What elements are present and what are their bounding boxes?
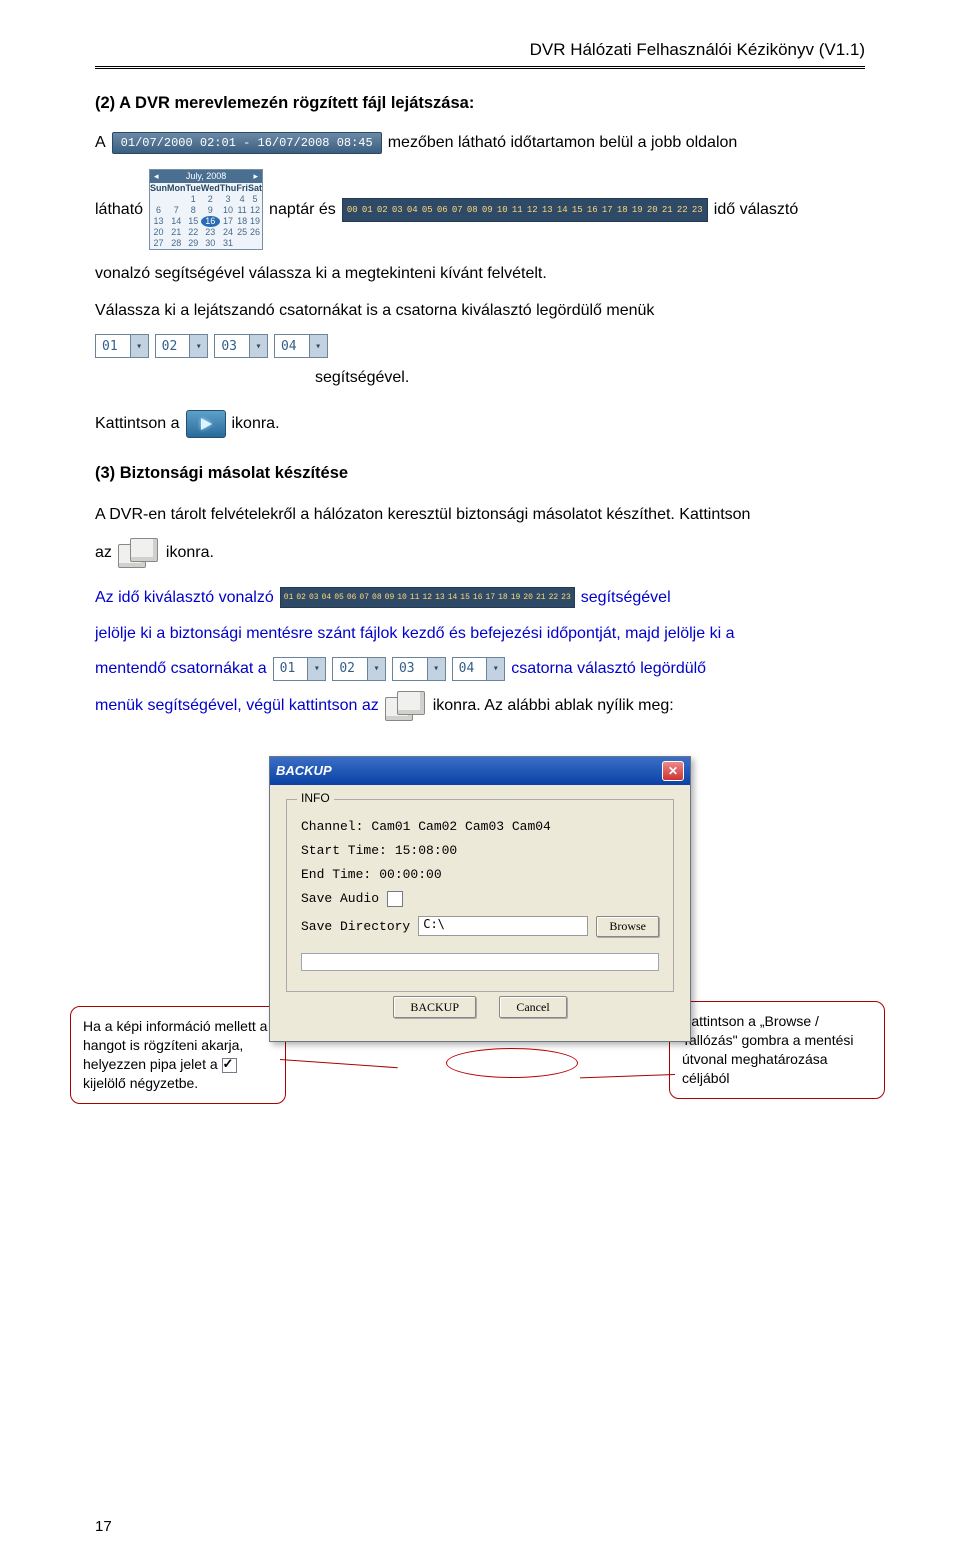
text: naptár és: [269, 198, 336, 222]
calendar-next-icon[interactable]: ▸: [254, 172, 259, 181]
end-time-value: 00:00:00: [379, 867, 441, 882]
chevron-down-icon: ▾: [249, 335, 267, 357]
text: látható: [95, 198, 143, 222]
hour-ruler[interactable]: 0001020304050607080910111213141516171819…: [342, 198, 708, 222]
backup-icon[interactable]: [118, 538, 160, 568]
chevron-down-icon: ▾: [307, 658, 325, 680]
callout-connector: [280, 1059, 398, 1068]
doc-header: DVR Hálózati Felhasználói Kézikönyv (V1.…: [95, 40, 865, 66]
annotation-oval: [446, 1048, 578, 1078]
channel-select-3[interactable]: 03▾: [214, 334, 268, 358]
text: idő választó: [714, 198, 799, 222]
play-icon: [199, 417, 213, 431]
progress-bar: [301, 953, 659, 971]
backup-icon-2[interactable]: [385, 691, 427, 721]
backup-dialog-wrap: Ha a képi információ mellett a hangot is…: [95, 756, 865, 1042]
text: segítségével: [581, 586, 671, 610]
end-time-label: End Time:: [301, 867, 371, 882]
play-button[interactable]: [186, 410, 226, 438]
info-fieldset: INFO Channel: Cam01 Cam02 Cam03 Cam04 St…: [286, 799, 674, 992]
channel-select-2[interactable]: 02▾: [155, 334, 209, 358]
section-3-title: (3) Biztonsági másolat készítése: [95, 464, 865, 483]
channel-select-1[interactable]: 01▾: [95, 334, 149, 358]
channel-select-4b[interactable]: 04▾: [452, 657, 506, 681]
channel-select-3b[interactable]: 03▾: [392, 657, 446, 681]
channel-value: Cam01 Cam02 Cam03 Cam04: [371, 819, 550, 834]
save-directory-input[interactable]: C:\: [418, 916, 588, 936]
checkbox-inline-icon: [222, 1058, 237, 1073]
text: Az idő kiválasztó vonalzó: [95, 586, 274, 610]
start-time-label: Start Time:: [301, 843, 387, 858]
channel-select-1b[interactable]: 01▾: [273, 657, 327, 681]
callout-connector: [580, 1074, 675, 1078]
text: ikonra.: [166, 541, 214, 565]
start-time-value: 15:08:00: [395, 843, 457, 858]
text: az: [95, 541, 112, 565]
text: mentendő csatornákat a: [95, 657, 267, 681]
close-icon: ✕: [668, 764, 678, 778]
text: mezőben látható időtartamon belül a jobb…: [388, 131, 738, 155]
text: menük segítségével, végül kattintson az: [95, 694, 379, 718]
channel-select-group: 01▾ 02▾ 03▾ 04▾: [95, 334, 328, 358]
chevron-down-icon: ▾: [427, 658, 445, 680]
fieldset-legend: INFO: [297, 791, 334, 805]
callout-save-audio: Ha a képi információ mellett a hangot is…: [70, 1006, 286, 1104]
chevron-down-icon: ▾: [189, 335, 207, 357]
text: jelölje ki a biztonsági mentésre szánt f…: [95, 620, 865, 647]
save-audio-label: Save Audio: [301, 891, 379, 906]
calendar-grid: SunMonTueWedThuFriSat 12345 6789101112 1…: [150, 183, 262, 249]
text: Kattintson a: [95, 412, 180, 436]
callout-browse: Kattintson a „Browse / Tallózás" gombra …: [669, 1001, 885, 1099]
date-range-field[interactable]: 01/07/2000 02:01 - 16/07/2008 08:45: [112, 132, 382, 154]
backup-dialog: BACKUP ✕ INFO Channel: Cam01 Cam02 Cam03…: [269, 756, 691, 1042]
cancel-button[interactable]: Cancel: [499, 996, 566, 1018]
text: vonalzó segítségével válassza ki a megte…: [95, 260, 865, 287]
page-number: 17: [95, 1518, 112, 1535]
save-audio-checkbox[interactable]: [387, 891, 403, 907]
dialog-close-button[interactable]: ✕: [662, 761, 684, 781]
header-rule: [95, 66, 865, 69]
chevron-down-icon: ▾: [367, 658, 385, 680]
dialog-title: BACKUP: [276, 763, 332, 778]
calendar-month: July, 2008: [186, 172, 226, 181]
channel-select-4[interactable]: 04▾: [274, 334, 328, 358]
backup-button[interactable]: BACKUP: [393, 996, 476, 1018]
channel-select-group-2: 01▾ 02▾ 03▾ 04▾: [273, 657, 506, 681]
text: ikonra. Az alábbi ablak nyílik meg:: [433, 694, 674, 718]
channel-label: Channel:: [301, 819, 363, 834]
section-2-title: (2) A DVR merevlemezén rögzített fájl le…: [95, 94, 865, 113]
channel-select-2b[interactable]: 02▾: [332, 657, 386, 681]
calendar-prev-icon[interactable]: ◂: [154, 172, 159, 181]
text: segítségével.: [95, 364, 865, 391]
chevron-down-icon: ▾: [130, 335, 148, 357]
text: csatorna választó legördülő: [511, 657, 706, 681]
hour-ruler-small[interactable]: 0102030405060708091011121314151617181920…: [280, 587, 575, 608]
browse-button[interactable]: Browse: [596, 916, 659, 937]
calendar-widget[interactable]: ◂ July, 2008 ▸ SunMonTueWedThuFriSat 123…: [149, 169, 263, 250]
text: ikonra.: [232, 412, 280, 436]
chevron-down-icon: ▾: [486, 658, 504, 680]
text: A DVR-en tárolt felvételekről a hálózato…: [95, 501, 865, 528]
text: Válassza ki a lejátszandó csatornákat is…: [95, 297, 865, 324]
text: A: [95, 131, 106, 155]
save-directory-label: Save Directory: [301, 919, 410, 934]
chevron-down-icon: ▾: [309, 335, 327, 357]
